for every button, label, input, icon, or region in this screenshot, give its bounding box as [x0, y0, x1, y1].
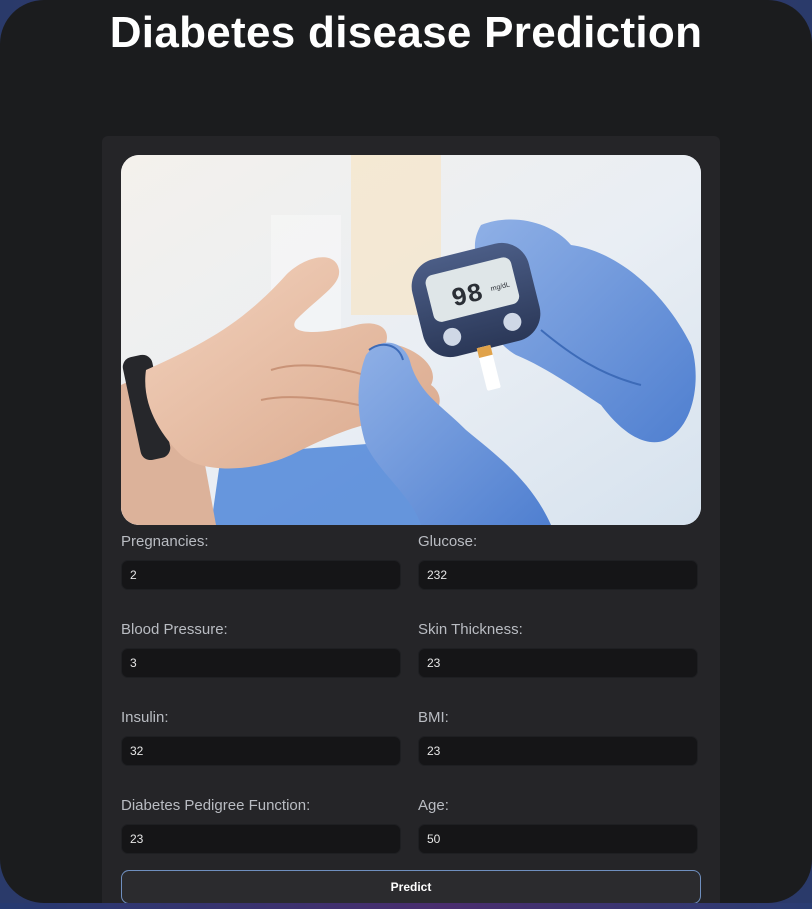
pedigree-function-field: Diabetes Pedigree Function:: [121, 797, 403, 854]
prediction-form-card: 98 mg/dL Pregnancies: Glucose:: [102, 136, 720, 903]
age-input[interactable]: [418, 824, 698, 854]
skin-thickness-label: Skin Thickness:: [418, 621, 523, 638]
bmi-field: BMI:: [418, 709, 700, 766]
window-frame: Diabetes disease Prediction 98 mg/dL Pre…: [0, 0, 812, 909]
blood-pressure-field: Blood Pressure:: [121, 621, 403, 678]
blood-pressure-label: Blood Pressure:: [121, 621, 228, 638]
page-title: Diabetes disease Prediction: [109, 8, 703, 57]
age-field: Age:: [418, 797, 700, 854]
pregnancies-input[interactable]: [121, 560, 401, 590]
glucose-label: Glucose:: [418, 533, 478, 550]
glucose-meter-image: 98 mg/dL: [121, 155, 701, 525]
predict-button[interactable]: Predict: [121, 870, 701, 903]
bmi-input[interactable]: [418, 736, 698, 766]
pedigree-function-input[interactable]: [121, 824, 401, 854]
insulin-field: Insulin:: [121, 709, 403, 766]
glucose-input[interactable]: [418, 560, 698, 590]
pedigree-function-label: Diabetes Pedigree Function:: [121, 797, 311, 814]
taskbar-strip: [0, 903, 812, 909]
skin-thickness-field: Skin Thickness:: [418, 621, 700, 678]
insulin-input[interactable]: [121, 736, 401, 766]
bmi-label: BMI:: [418, 709, 449, 726]
app-screen: Diabetes disease Prediction 98 mg/dL Pre…: [0, 0, 812, 903]
pregnancies-field: Pregnancies:: [121, 533, 403, 590]
pregnancies-label: Pregnancies:: [121, 533, 209, 550]
insulin-label: Insulin:: [121, 709, 169, 726]
blood-pressure-input[interactable]: [121, 648, 401, 678]
glucose-field: Glucose:: [418, 533, 700, 590]
age-label: Age:: [418, 797, 449, 814]
skin-thickness-input[interactable]: [418, 648, 698, 678]
